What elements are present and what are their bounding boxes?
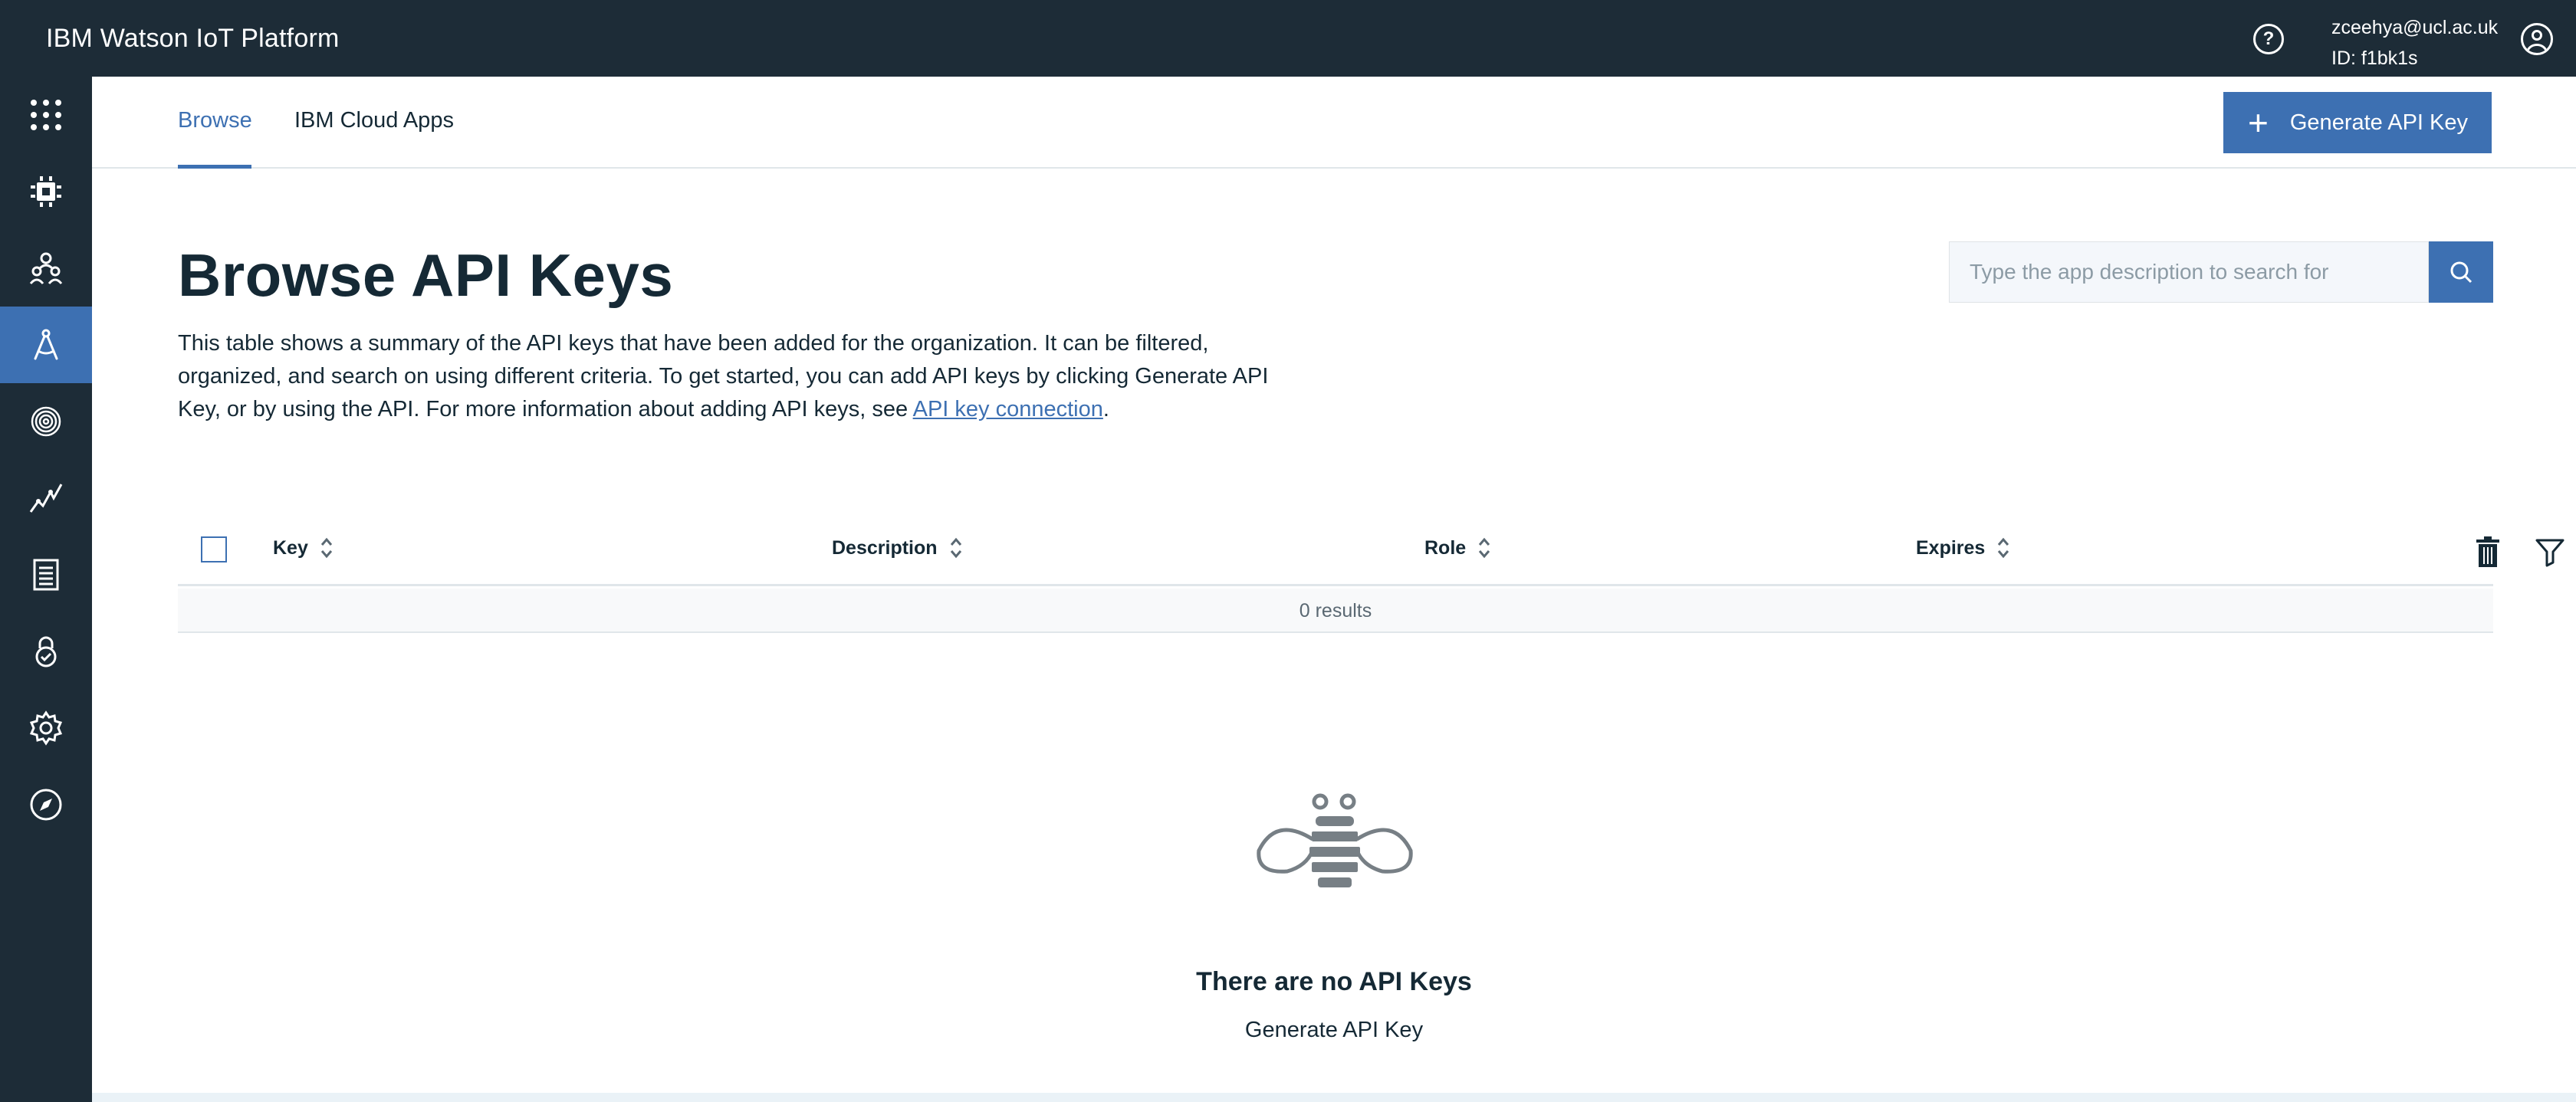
main-content: Browse IBM Cloud Apps + Generate API Key… <box>92 77 2576 1093</box>
user-avatar-icon[interactable] <box>2521 23 2553 55</box>
bee-icon <box>1257 793 1413 887</box>
empty-state-title: There are no API Keys <box>1196 967 1472 996</box>
side-nav <box>0 77 92 1102</box>
members-icon[interactable] <box>0 230 92 307</box>
generate-api-key-button[interactable]: + Generate API Key <box>2223 92 2492 153</box>
sort-icon <box>1479 537 1490 559</box>
plus-icon: + <box>2248 103 2269 143</box>
column-description-label: Description <box>832 537 938 559</box>
gear-icon[interactable] <box>0 690 92 766</box>
column-description[interactable]: Description <box>832 510 962 586</box>
help-icon[interactable]: ? <box>2253 24 2284 54</box>
api-key-connection-link[interactable]: API key connection <box>913 397 1103 421</box>
table-header: Key Description Role Expires <box>178 510 2564 586</box>
search-icon[interactable] <box>2429 241 2493 303</box>
app-title[interactable]: IBM Watson IoT Platform <box>46 0 340 77</box>
column-key-label: Key <box>273 537 308 559</box>
user-id: ID: f1bk1s <box>2331 48 2418 69</box>
column-key[interactable]: Key <box>273 510 333 586</box>
trash-icon[interactable] <box>2475 536 2501 567</box>
apps-compass-icon[interactable] <box>0 307 92 383</box>
sort-icon <box>320 537 333 559</box>
fingerprint-icon[interactable] <box>0 383 92 460</box>
select-all-checkbox[interactable] <box>201 536 227 562</box>
column-role-label: Role <box>1424 537 1467 559</box>
empty-state-generate-link[interactable]: Generate API Key <box>1181 1018 1487 1043</box>
bottom-strip <box>92 1093 2576 1102</box>
user-info[interactable]: zceehya@ucl.ac.uk ID: f1bk1s <box>2331 12 2498 74</box>
user-email: zceehya@ucl.ac.uk <box>2331 17 2499 38</box>
generate-api-key-label: Generate API Key <box>2289 110 2469 135</box>
chip-device-icon[interactable] <box>0 153 92 230</box>
description-suffix: . <box>1102 397 1109 421</box>
tab-bar: Browse IBM Cloud Apps + Generate API Key <box>92 77 2576 169</box>
sort-icon <box>950 537 961 559</box>
page-title: Browse API Keys <box>178 241 674 309</box>
filter-icon[interactable] <box>2535 536 2565 567</box>
search-input[interactable] <box>1949 241 2429 303</box>
tab-ibm-cloud-apps[interactable]: IBM Cloud Apps <box>294 77 455 169</box>
grid-dots-icon[interactable] <box>0 77 92 153</box>
page-description: This table shows a summary of the API ke… <box>178 327 1297 426</box>
column-role[interactable]: Role <box>1424 510 1490 586</box>
column-expires-label: Expires <box>1916 537 1986 559</box>
column-expires[interactable]: Expires <box>1916 510 2009 586</box>
top-bar: IBM Watson IoT Platform ? zceehya@ucl.ac… <box>0 0 2576 77</box>
results-count: 0 results <box>178 589 2493 633</box>
search-bar <box>1949 241 2493 303</box>
document-icon[interactable] <box>0 536 92 613</box>
compass-icon[interactable] <box>0 766 92 843</box>
sort-icon <box>1998 537 2009 559</box>
tab-browse[interactable]: Browse <box>178 77 252 169</box>
lock-check-icon[interactable] <box>0 613 92 690</box>
analytics-line-icon[interactable] <box>0 460 92 536</box>
